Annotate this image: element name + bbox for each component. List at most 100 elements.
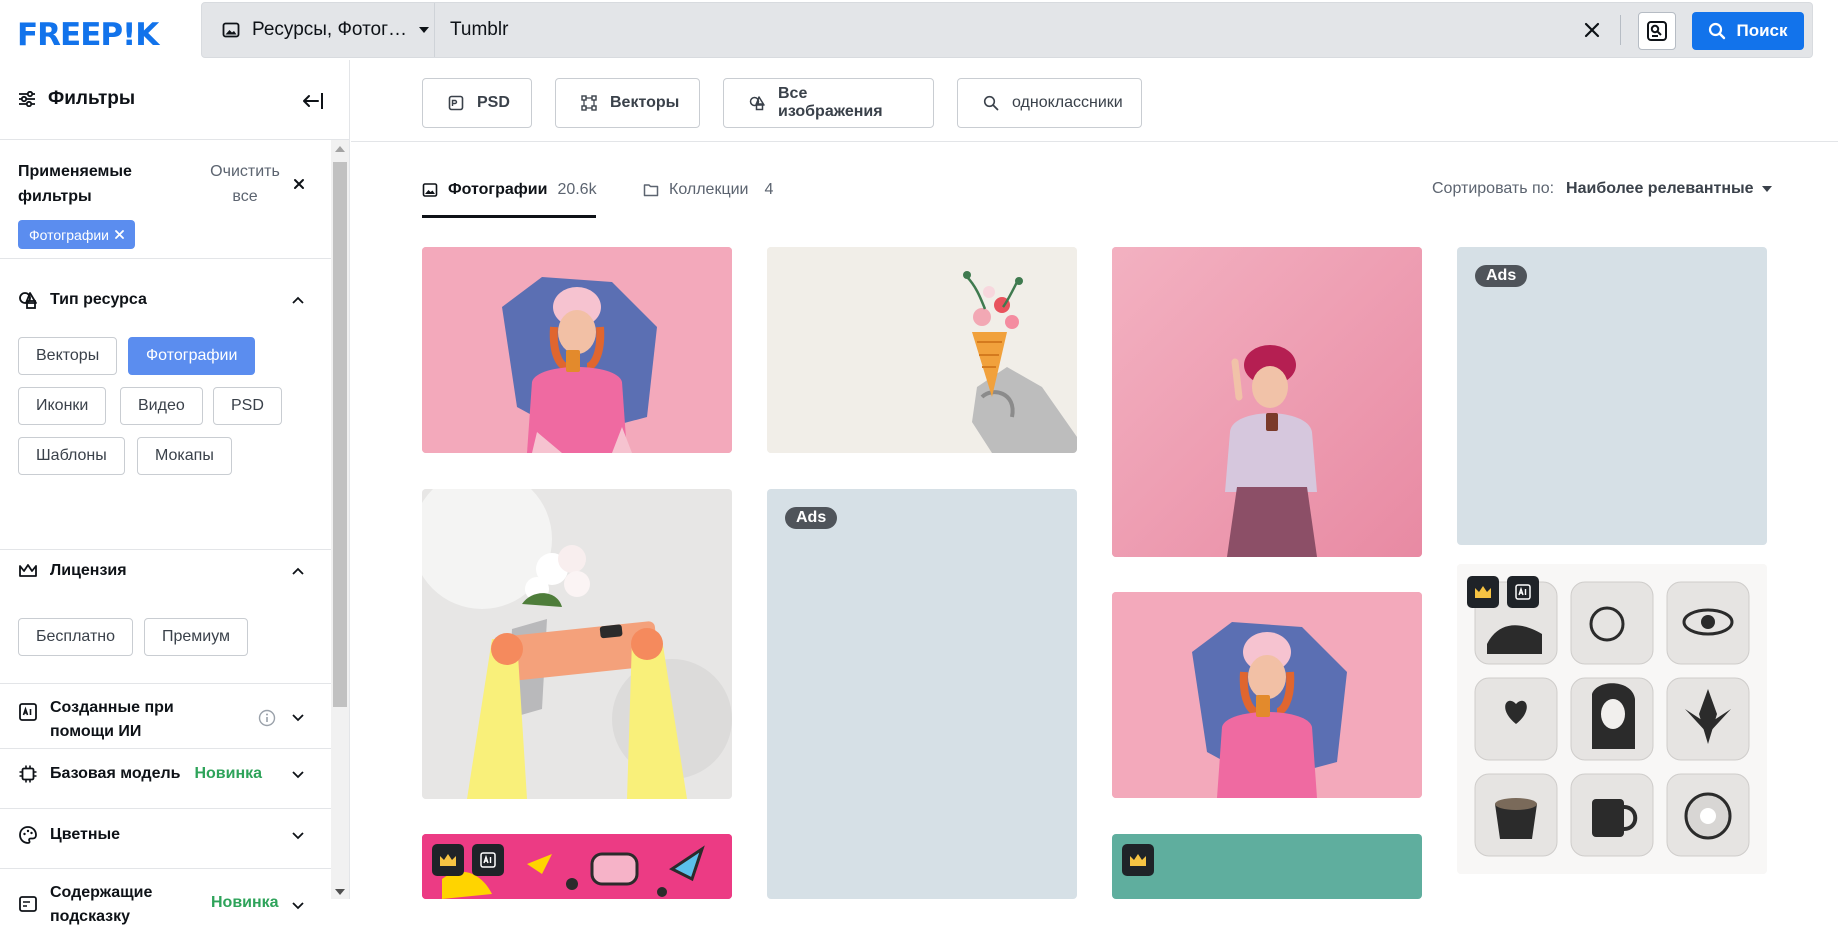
image-icon	[422, 182, 438, 198]
result-photo-card[interactable]	[422, 834, 732, 899]
resource-type-option[interactable]: Мокапы	[137, 437, 232, 475]
filters-title-label: Фильтры	[48, 88, 136, 109]
result-photo-card[interactable]	[1112, 247, 1422, 557]
result-photo-card[interactable]	[422, 489, 732, 799]
license-header[interactable]: Лицензия	[18, 559, 127, 583]
resource-type-option[interactable]: PSD	[213, 387, 282, 425]
ai-generated-icon	[472, 844, 504, 876]
resource-type-option[interactable]: Видео	[120, 387, 203, 425]
resource-type-option[interactable]: Шаблоны	[18, 437, 125, 475]
colors-section[interactable]: Цветные	[0, 809, 331, 869]
quick-filter-all-images[interactable]: Все изображения	[723, 78, 934, 128]
folder-icon	[643, 183, 659, 197]
tab-photos-label: Фотографии	[448, 181, 548, 198]
applied-filter-chip[interactable]: Фотографии	[18, 220, 136, 249]
ad-placeholder-card[interactable]: Ads	[767, 489, 1077, 899]
resource-type-header[interactable]: Тип ресурса	[18, 288, 147, 312]
ai-generated-icon	[1507, 576, 1539, 608]
base-model-section[interactable]: Базовая модель Новинка	[0, 749, 331, 809]
quick-filter-label: Векторы	[610, 94, 680, 111]
chip-icon	[18, 764, 38, 784]
quick-filter-search-suggestion[interactable]: одноклассники	[957, 78, 1142, 128]
shapes-icon	[18, 290, 38, 310]
collapse-sidebar-icon[interactable]	[302, 91, 324, 111]
freepik-logo[interactable]: FREEP!K	[17, 17, 159, 53]
tab-collections-count: 4	[764, 181, 774, 198]
scrollbar-thumb[interactable]	[333, 162, 347, 707]
license-option-free[interactable]: Бесплатно	[18, 618, 134, 656]
resource-type-dropdown[interactable]: Ресурсы, Фотог…	[202, 3, 435, 57]
license-title: Лицензия	[50, 562, 127, 579]
new-badge: Новинка	[194, 765, 263, 782]
resource-type-label: Ресурсы, Фотог…	[252, 19, 408, 40]
top-bar: FREEP!K Ресурсы, Фотог… Поиск	[0, 0, 1838, 60]
premium-crown-icon	[1122, 844, 1154, 876]
result-illustration-card[interactable]	[1457, 564, 1767, 874]
photo-thumbnail	[422, 489, 732, 799]
prompt-title: Содержащие подсказку	[50, 884, 153, 925]
prompt-header: Содержащие подсказку	[18, 881, 188, 929]
image-search-icon	[1647, 21, 1667, 41]
prompt-icon	[18, 895, 38, 913]
chevron-down-icon[interactable]	[292, 832, 304, 840]
scroll-down-arrow-icon[interactable]	[335, 889, 345, 895]
image-search-button[interactable]	[1638, 12, 1676, 50]
base-model-header: Базовая модель Новинка	[18, 762, 262, 786]
chevron-up-icon[interactable]	[292, 296, 304, 304]
psd-icon	[448, 95, 464, 111]
ads-badge: Ads	[1475, 265, 1528, 287]
resource-type-option-selected[interactable]: Фотографии	[128, 337, 256, 375]
search-icon	[983, 95, 999, 111]
license-option-premium[interactable]: Премиум	[144, 618, 249, 656]
ad-placeholder-card[interactable]: Ads	[1457, 247, 1767, 545]
close-applied-icon[interactable]	[293, 178, 305, 190]
chevron-down-icon[interactable]	[292, 771, 304, 779]
new-badge: Новинка	[211, 894, 279, 911]
filters-sidebar: Фильтры Применяемые фильтры Очистить все…	[0, 60, 350, 925]
quick-filter-psd[interactable]: PSD	[422, 78, 532, 128]
vector-icon	[581, 95, 597, 111]
sort-label: Сортировать по:	[1432, 180, 1555, 197]
quick-filter-label: PSD	[477, 94, 510, 111]
result-photo-card[interactable]	[767, 247, 1077, 453]
caret-down-icon	[1761, 186, 1772, 192]
ai-generated-section[interactable]: Созданные при помощи ИИ	[0, 684, 331, 749]
tab-photos[interactable]: Фотографии 20.6k	[422, 181, 597, 199]
chevron-down-icon[interactable]	[292, 902, 304, 910]
sort-value: Наиболее релевантные	[1566, 180, 1754, 197]
result-photo-card[interactable]	[422, 247, 732, 453]
resource-type-option[interactable]: Иконки	[18, 387, 107, 425]
photo-thumbnail	[422, 834, 732, 899]
clear-search-icon[interactable]	[1581, 19, 1603, 41]
search-input[interactable]	[450, 11, 1750, 49]
chevron-up-icon[interactable]	[292, 567, 304, 575]
scroll-up-arrow-icon[interactable]	[335, 146, 345, 152]
info-icon[interactable]	[258, 709, 276, 727]
resource-type-option[interactable]: Векторы	[18, 337, 118, 375]
icon-set-thumbnail	[1457, 564, 1767, 874]
base-model-title: Базовая модель	[50, 765, 181, 782]
tab-photos-count: 20.6k	[557, 181, 597, 198]
search-button[interactable]: Поиск	[1692, 12, 1804, 50]
sort-dropdown[interactable]: Наиболее релевантные	[1566, 180, 1772, 198]
result-photo-card[interactable]	[1112, 592, 1422, 798]
remove-chip-icon[interactable]	[115, 230, 124, 239]
resource-type-title: Тип ресурса	[50, 291, 147, 308]
ai-icon	[18, 702, 38, 722]
search-icon	[1709, 22, 1726, 40]
photo-thumbnail	[1112, 247, 1422, 557]
clear-all-link[interactable]: Очистить все	[205, 159, 285, 209]
ai-generated-title: Созданные при помощи ИИ	[50, 699, 174, 740]
filters-header: Фильтры	[0, 60, 349, 140]
photo-thumbnail	[767, 247, 1077, 453]
image-icon	[222, 21, 240, 39]
premium-crown-icon	[1467, 576, 1499, 608]
quick-filter-label: Все изображения	[778, 85, 883, 120]
result-photo-card[interactable]	[1112, 834, 1422, 899]
prompt-section[interactable]: Содержащие подсказку Новинка	[0, 869, 331, 939]
applied-filters: Применяемые фильтры Очистить все Фотогра…	[0, 141, 331, 259]
quick-filters-row: PSD Векторы Все изображения одноклассник…	[351, 60, 1838, 142]
tab-collections[interactable]: Коллекции 4	[643, 181, 773, 199]
chevron-down-icon[interactable]	[292, 714, 304, 722]
quick-filter-vectors[interactable]: Векторы	[555, 78, 700, 128]
